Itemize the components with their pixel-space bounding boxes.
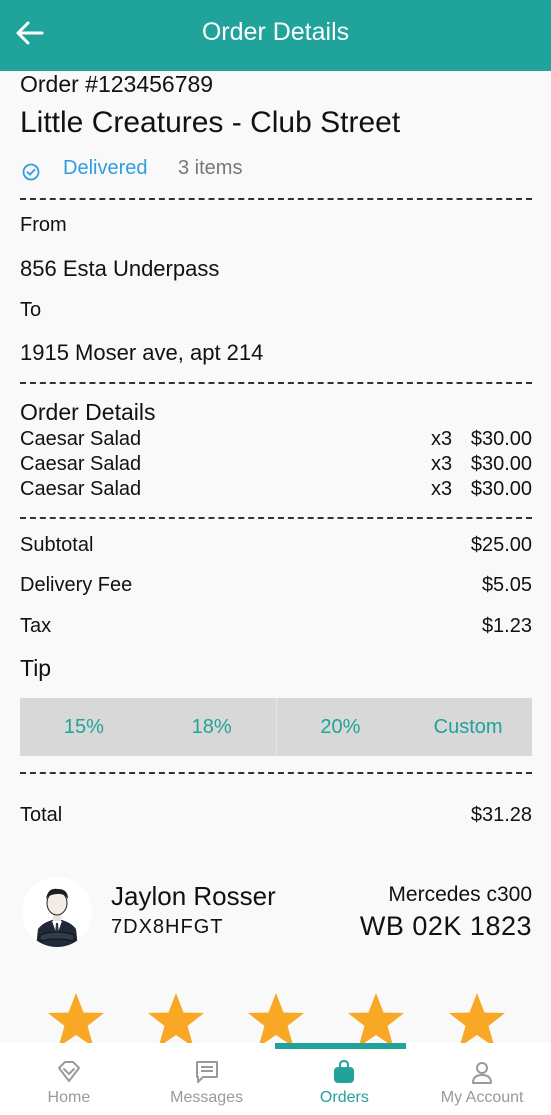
- tax-label: Tax: [20, 615, 52, 637]
- item-price: $30.00: [470, 478, 532, 500]
- store-name: Little Creatures - Club Street: [20, 106, 401, 139]
- nav-item-my-account[interactable]: My Account: [413, 1043, 551, 1115]
- user-icon: [472, 1062, 493, 1084]
- driver-avatar: [22, 877, 92, 947]
- message-icon: [195, 1061, 218, 1083]
- shopping-bag-icon: [334, 1059, 355, 1083]
- divider: [20, 772, 532, 774]
- bottom-navigation: Home Messages Orders My Account: [0, 1043, 551, 1115]
- total-value: $31.28: [470, 804, 532, 826]
- nav-label: My Account: [440, 1089, 524, 1106]
- page-title: Order Details: [201, 18, 350, 46]
- nav-item-orders[interactable]: Orders: [276, 1043, 414, 1115]
- from-address: 856 Esta Underpass: [20, 256, 220, 281]
- active-tab-indicator: [275, 1043, 406, 1049]
- divider: [20, 382, 532, 384]
- license-plate: WB 02K 1823: [359, 911, 532, 941]
- order-number: Order #123456789: [20, 71, 214, 97]
- delivery-fee-value: $5.05: [481, 574, 532, 596]
- item-qty: x3: [431, 453, 453, 475]
- nav-item-messages[interactable]: Messages: [138, 1043, 276, 1115]
- nav-label: Orders: [319, 1089, 369, 1106]
- subtotal-value: $25.00: [470, 534, 532, 556]
- nav-label: Home: [47, 1089, 91, 1106]
- star-icon[interactable]: [146, 991, 206, 1051]
- driver-code: 7DX8HFGT: [111, 916, 224, 938]
- item-name: Caesar Salad: [20, 478, 142, 500]
- total-label: Total: [20, 804, 63, 826]
- to-label: To: [20, 299, 42, 321]
- nav-item-home[interactable]: Home: [0, 1043, 138, 1115]
- items-count: 3 items: [178, 157, 243, 179]
- star-icon[interactable]: [346, 991, 406, 1051]
- divider: [20, 517, 532, 519]
- tip-option-18[interactable]: 18%: [148, 698, 276, 756]
- item-price: $30.00: [470, 428, 532, 450]
- driver-name: Jaylon Rosser: [111, 881, 276, 911]
- item-price: $30.00: [470, 453, 532, 475]
- to-address: 1915 Moser ave, apt 214: [20, 340, 264, 365]
- app-bar: Order Details: [0, 0, 551, 71]
- tip-option-custom[interactable]: Custom: [404, 698, 532, 756]
- tip-selector: 15% 18% 20% Custom: [20, 698, 532, 756]
- star-icon[interactable]: [246, 991, 306, 1051]
- tip-option-20[interactable]: 20%: [275, 698, 405, 756]
- item-name: Caesar Salad: [20, 428, 142, 450]
- check-circle-icon: [22, 163, 40, 181]
- status-badge: Delivered: [63, 157, 148, 179]
- tip-option-15[interactable]: 15%: [20, 698, 148, 756]
- divider: [20, 198, 532, 200]
- nav-label: Messages: [170, 1089, 244, 1106]
- tip-label: Tip: [20, 655, 52, 681]
- star-icon[interactable]: [46, 991, 106, 1051]
- driver-illustration-icon: [36, 888, 78, 947]
- subtotal-label: Subtotal: [20, 534, 94, 556]
- delivery-fee-label: Delivery Fee: [20, 574, 133, 596]
- item-name: Caesar Salad: [20, 453, 142, 475]
- tax-value: $1.23: [481, 615, 532, 637]
- item-qty: x3: [431, 478, 453, 500]
- rating-stars: [20, 991, 532, 1051]
- order-details-title: Order Details: [20, 399, 156, 425]
- home-icon: [57, 1061, 80, 1082]
- item-qty: x3: [431, 428, 453, 450]
- star-icon[interactable]: [447, 991, 507, 1051]
- from-label: From: [20, 214, 67, 236]
- car-model: Mercedes c300: [388, 883, 532, 906]
